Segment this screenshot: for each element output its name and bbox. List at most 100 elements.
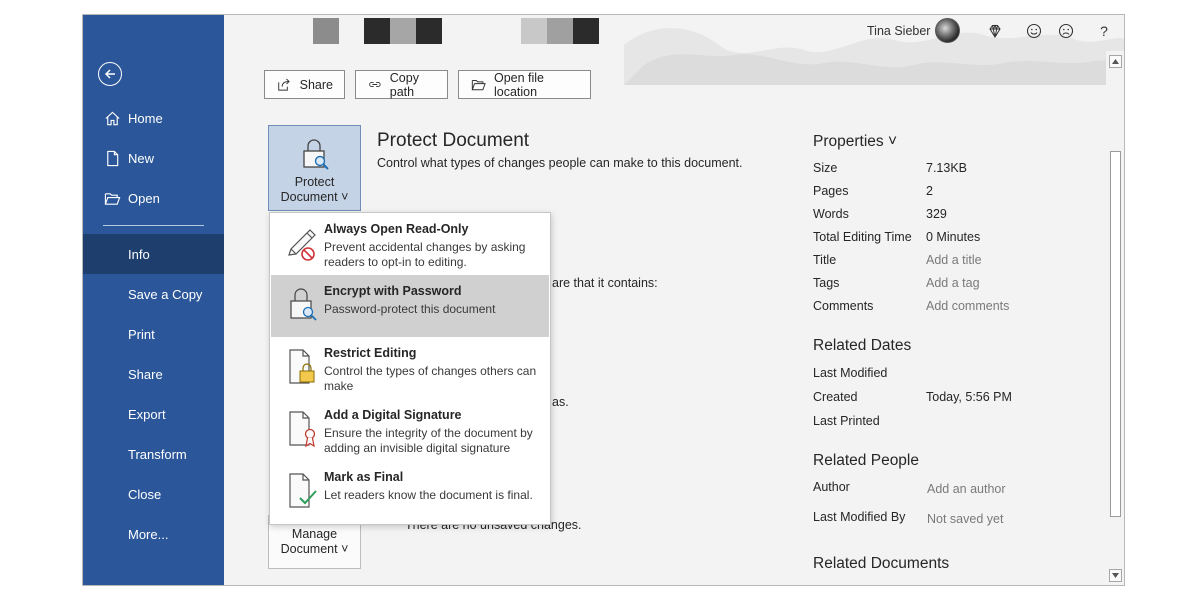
share-button[interactable]: Share bbox=[264, 70, 345, 99]
protect-document-menu: Always Open Read-Only Prevent accidental… bbox=[269, 212, 551, 525]
menu-item-description: Let readers know the document is final. bbox=[324, 488, 539, 503]
diamond-icon[interactable] bbox=[986, 22, 1004, 40]
sidebar-item-close[interactable]: Close bbox=[83, 474, 224, 514]
lock-key-icon bbox=[286, 285, 320, 325]
sidebar-item-share[interactable]: Share bbox=[83, 354, 224, 394]
menu-item-restrict-editing[interactable]: Restrict Editing Control the types of ch… bbox=[271, 337, 549, 399]
sidebar-item-transform[interactable]: Transform bbox=[83, 434, 224, 474]
copy-path-label: Copy path bbox=[390, 71, 436, 99]
prop-value-comments-input[interactable]: Add comments bbox=[926, 299, 1009, 313]
sidebar-item-label: Export bbox=[128, 407, 166, 422]
account-name[interactable]: Tina Sieber bbox=[867, 24, 930, 38]
prop-label-author: Author bbox=[813, 480, 850, 494]
restrict-lock-icon bbox=[286, 347, 320, 387]
protect-document-button[interactable]: Protect Document ˅ bbox=[268, 125, 361, 211]
sidebar-item-label: Transform bbox=[128, 447, 187, 462]
menu-item-add-digital-signature[interactable]: Add a Digital Signature Ensure the integ… bbox=[271, 399, 549, 461]
word-backstage-window: Home New Open Info Save a Copy Print Sha… bbox=[82, 14, 1125, 586]
prop-value-size: 7.13KB bbox=[926, 161, 967, 175]
sidebar-item-more[interactable]: More... bbox=[83, 514, 224, 554]
prop-value-title-input[interactable]: Add a title bbox=[926, 253, 982, 267]
menu-item-mark-as-final[interactable]: Mark as Final Let readers know the docum… bbox=[271, 461, 549, 523]
read-only-pencil-icon bbox=[286, 223, 320, 263]
vertical-scrollbar[interactable] bbox=[1106, 51, 1125, 585]
back-arrow-icon[interactable] bbox=[98, 62, 122, 86]
sidebar-item-label: Close bbox=[128, 487, 161, 502]
open-file-location-label: Open file location bbox=[494, 71, 579, 99]
sidebar-item-label: Info bbox=[128, 247, 150, 262]
menu-item-title: Always Open Read-Only bbox=[324, 222, 468, 236]
frown-icon[interactable] bbox=[1057, 22, 1075, 40]
sidebar-divider bbox=[103, 225, 204, 226]
sidebar-item-home[interactable]: Home bbox=[83, 98, 224, 138]
properties-heading[interactable]: Properties ˅ bbox=[813, 133, 897, 151]
sidebar-item-label: New bbox=[128, 151, 154, 166]
related-people-heading: Related People bbox=[813, 452, 919, 470]
protect-document-description: Control what types of changes people can… bbox=[377, 156, 743, 170]
scroll-down-icon[interactable] bbox=[1109, 569, 1122, 582]
menu-item-description: Password-protect this document bbox=[324, 302, 539, 317]
sidebar-item-info[interactable]: Info bbox=[83, 234, 224, 274]
menu-item-description: Prevent accidental changes by asking rea… bbox=[324, 240, 539, 270]
scrollbar-thumb[interactable] bbox=[1110, 151, 1121, 517]
sidebar-item-label: More... bbox=[128, 527, 168, 542]
lock-key-icon bbox=[299, 137, 331, 171]
final-check-icon bbox=[286, 471, 320, 511]
menu-item-title: Add a Digital Signature bbox=[324, 408, 462, 422]
menu-item-always-open-read-only[interactable]: Always Open Read-Only Prevent accidental… bbox=[271, 213, 549, 275]
prop-value-tags-input[interactable]: Add a tag bbox=[926, 276, 980, 290]
inspect-text-fragment: as. bbox=[552, 395, 569, 409]
prop-label-title: Title bbox=[813, 253, 836, 267]
help-glyph: ? bbox=[1100, 23, 1108, 39]
menu-item-title: Encrypt with Password bbox=[324, 284, 462, 298]
home-icon bbox=[103, 109, 121, 127]
prop-value-words: 329 bbox=[926, 207, 947, 221]
smile-icon[interactable] bbox=[1025, 22, 1043, 40]
folder-open-icon bbox=[103, 189, 121, 207]
backstage-sidebar: Home New Open Info Save a Copy Print Sha… bbox=[83, 15, 224, 586]
prop-label-pages: Pages bbox=[813, 184, 848, 198]
avatar[interactable] bbox=[935, 18, 960, 43]
sidebar-item-label: Save a Copy bbox=[128, 287, 202, 302]
scroll-up-icon[interactable] bbox=[1109, 55, 1122, 68]
manage-label-line1: Manage bbox=[269, 527, 360, 542]
open-file-location-button[interactable]: Open file location bbox=[458, 70, 591, 99]
sidebar-item-open[interactable]: Open bbox=[83, 178, 224, 218]
prop-value-editing-time: 0 Minutes bbox=[926, 230, 980, 244]
prop-label-words: Words bbox=[813, 207, 849, 221]
signature-ribbon-icon bbox=[286, 409, 320, 449]
related-dates-heading: Related Dates bbox=[813, 337, 911, 355]
sidebar-item-export[interactable]: Export bbox=[83, 394, 224, 434]
prop-label-comments: Comments bbox=[813, 299, 873, 313]
share-icon bbox=[277, 76, 292, 93]
menu-item-description: Control the types of changes others can … bbox=[324, 364, 539, 394]
redacted-block bbox=[547, 18, 573, 44]
help-icon[interactable]: ? bbox=[1095, 22, 1113, 40]
protect-label-line1: Protect bbox=[269, 175, 360, 190]
prop-label-size: Size bbox=[813, 161, 837, 175]
prop-value-pages: 2 bbox=[926, 184, 933, 198]
prop-value-created: Today, 5:56 PM bbox=[926, 390, 1012, 404]
sidebar-item-save-a-copy[interactable]: Save a Copy bbox=[83, 274, 224, 314]
inspect-text-fragment: are that it contains: bbox=[552, 276, 658, 290]
menu-item-description: Ensure the integrity of the document by … bbox=[324, 426, 539, 456]
sidebar-item-new[interactable]: New bbox=[83, 138, 224, 178]
prop-label-last-printed: Last Printed bbox=[813, 414, 880, 428]
prop-label-tags: Tags bbox=[813, 276, 839, 290]
redacted-block bbox=[364, 18, 390, 44]
menu-item-title: Mark as Final bbox=[324, 470, 403, 484]
redacted-block bbox=[390, 18, 416, 44]
redacted-block bbox=[313, 18, 339, 44]
sidebar-item-print[interactable]: Print bbox=[83, 314, 224, 354]
prop-value-author-input[interactable]: Add an author bbox=[927, 482, 1006, 496]
copy-path-button[interactable]: Copy path bbox=[355, 70, 448, 99]
menu-item-encrypt-with-password[interactable]: Encrypt with Password Password-protect t… bbox=[271, 275, 549, 337]
manage-label-line2: Document ˅ bbox=[269, 542, 360, 557]
prop-label-last-modified-by: Last Modified By bbox=[813, 510, 905, 524]
protect-label-line2: Document ˅ bbox=[269, 190, 360, 205]
sidebar-item-label: Share bbox=[128, 367, 163, 382]
sidebar-item-label: Home bbox=[128, 111, 163, 126]
folder-open-icon bbox=[471, 76, 486, 93]
redacted-block bbox=[521, 18, 547, 44]
protect-document-heading: Protect Document bbox=[377, 130, 529, 152]
